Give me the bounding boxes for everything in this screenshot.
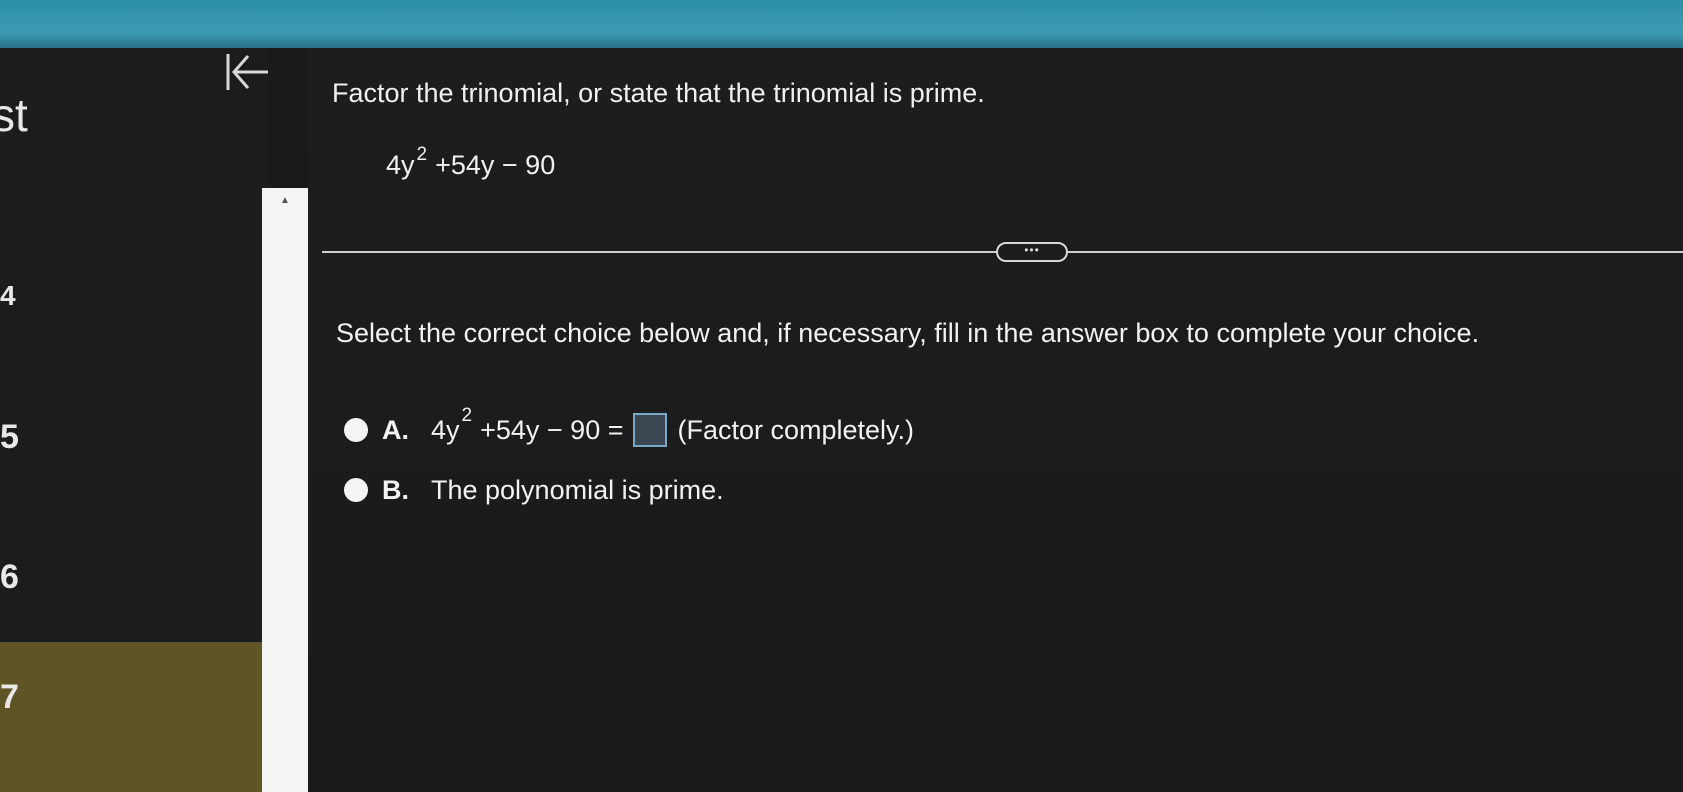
expression-base: 4y <box>386 150 415 180</box>
choice-b[interactable]: B. The polynomial is prime. <box>344 470 724 510</box>
answer-input-box[interactable] <box>633 413 668 447</box>
trinomial-expression: 4y 2 +54y − 90 <box>386 144 556 181</box>
choice-prompt: Select the correct choice below and, if … <box>336 318 1480 348</box>
choice-b-letter: B. <box>382 474 409 505</box>
expression-rest: +54y − 90 <box>435 150 556 180</box>
collapse-panel-button[interactable] <box>214 40 278 104</box>
question-area: Factor the trinomial, or state that the … <box>308 48 1683 792</box>
question-item-6[interactable]: 6 <box>0 558 268 597</box>
panel-scrollbar[interactable]: ▲ <box>262 188 308 792</box>
expand-more-button[interactable]: ••• <box>996 242 1068 262</box>
question-item-4[interactable]: 4 <box>0 280 268 312</box>
choice-a-expr-exponent: 2 <box>461 405 473 426</box>
radio-button-a[interactable] <box>344 418 368 442</box>
question-list-panel: st 4 5 6 7 <box>0 48 268 792</box>
choice-a-expr-rest: +54y − 90 = <box>480 414 624 445</box>
choice-a-hint: (Factor completely.) <box>677 414 915 445</box>
question-item-7-selected[interactable] <box>0 642 268 792</box>
radio-button-b[interactable] <box>344 478 368 502</box>
choice-a-letter: A. <box>382 414 409 445</box>
question-instruction: Factor the trinomial, or state that the … <box>332 78 985 108</box>
collapse-left-icon <box>226 54 268 90</box>
question-item-5[interactable]: 5 <box>0 418 268 457</box>
scroll-up-icon[interactable]: ▲ <box>262 194 308 208</box>
question-item-7[interactable]: 7 <box>0 678 268 717</box>
expression-exponent: 2 <box>416 144 428 165</box>
choice-b-text: The polynomial is prime. <box>431 474 724 505</box>
choice-a-expr-base: 4y <box>431 414 460 445</box>
choice-a[interactable]: A. 4y 2 +54y − 90 = (Factor completely.) <box>344 405 915 450</box>
